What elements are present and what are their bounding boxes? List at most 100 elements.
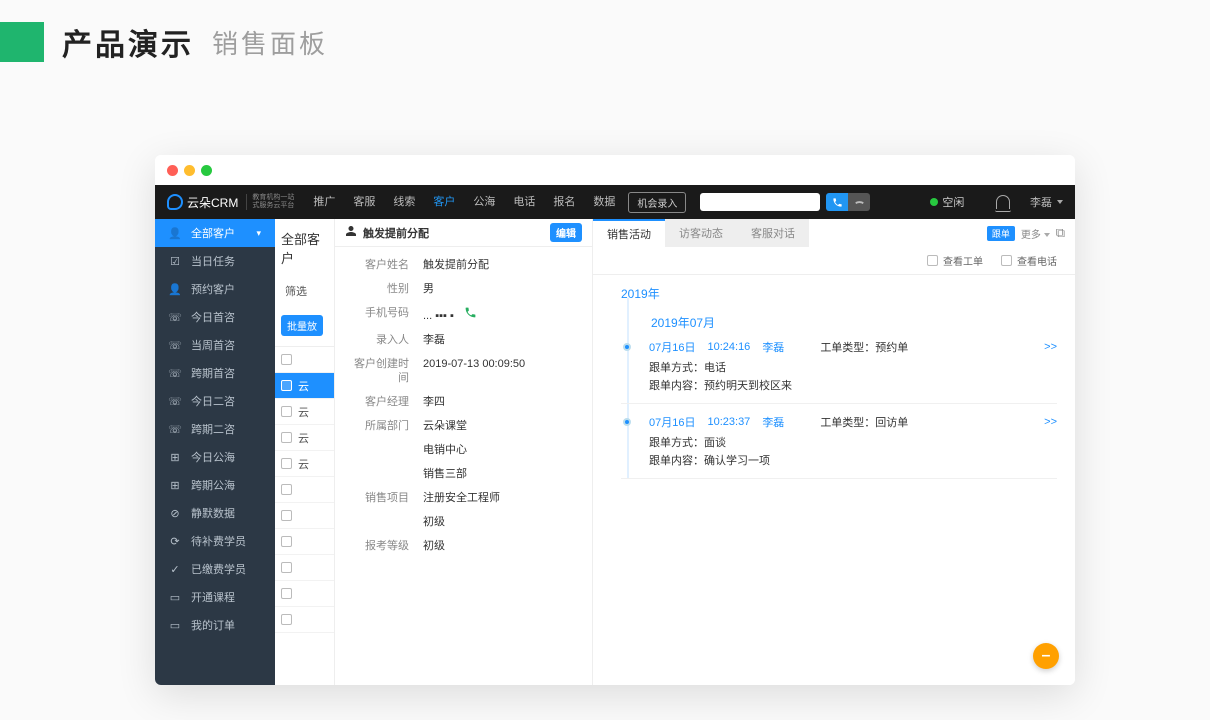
bell-icon[interactable] xyxy=(996,195,1010,209)
field-value: 2019-07-13 00:09:50 xyxy=(423,357,582,385)
nav-item-客服[interactable]: 客服 xyxy=(344,185,384,219)
nav-item-电话[interactable]: 电话 xyxy=(504,185,544,219)
search-input[interactable] xyxy=(700,193,820,211)
timeline-time: 10:23:37 xyxy=(707,416,750,428)
nav-item-报名[interactable]: 报名 xyxy=(544,185,584,219)
table-row[interactable] xyxy=(275,529,334,555)
sidebar-item-今日公海[interactable]: ⊞今日公海 xyxy=(155,443,275,471)
hangup-button[interactable] xyxy=(848,193,870,211)
nav-item-数据[interactable]: 数据 xyxy=(584,185,624,219)
sidebar-item-label: 已缴费学员 xyxy=(191,561,246,577)
sidebar-item-label: 预约客户 xyxy=(191,281,235,297)
row-checkbox[interactable] xyxy=(281,458,292,469)
table-row[interactable]: 云 xyxy=(275,425,334,451)
filter-label[interactable]: 筛选 xyxy=(275,277,334,305)
field-label: 报考等级 xyxy=(345,539,409,553)
row-checkbox[interactable] xyxy=(281,536,292,547)
expand-link[interactable]: >> xyxy=(1044,341,1057,353)
sidebar-item-label: 开通课程 xyxy=(191,589,235,605)
checkbox-icon xyxy=(1001,255,1012,266)
detail-field: 报考等级初级 xyxy=(345,534,582,558)
nav-item-公海[interactable]: 公海 xyxy=(464,185,504,219)
sidebar-item-当日任务[interactable]: ☑当日任务 xyxy=(155,247,275,275)
sidebar-item-开通课程[interactable]: ▭开通课程 xyxy=(155,583,275,611)
sidebar-item-label: 跨期公海 xyxy=(191,477,235,493)
row-checkbox[interactable] xyxy=(281,432,292,443)
row-checkbox[interactable] xyxy=(281,484,292,495)
sidebar-item-label: 待补费学员 xyxy=(191,533,246,549)
sidebar-icon: ☏ xyxy=(169,311,181,323)
row-checkbox[interactable] xyxy=(281,510,292,521)
sidebar-item-今日二咨[interactable]: ☏今日二咨 xyxy=(155,387,275,415)
sidebar-item-当周首咨[interactable]: ☏当周首咨 xyxy=(155,331,275,359)
table-row[interactable] xyxy=(275,581,334,607)
minimize-window-button[interactable] xyxy=(184,165,195,176)
row-checkbox[interactable] xyxy=(281,588,292,599)
tab-销售活动[interactable]: 销售活动 xyxy=(593,219,665,247)
top-nav: 云朵CRM 教育机构一站式服务云平台 推广客服线索客户公海电话报名数据 机会录入… xyxy=(155,185,1075,219)
field-value: 初级 xyxy=(423,515,582,529)
call-button[interactable] xyxy=(826,193,848,211)
table-row[interactable]: 云 xyxy=(275,399,334,425)
app-logo[interactable]: 云朵CRM 教育机构一站式服务云平台 xyxy=(167,194,294,211)
close-window-button[interactable] xyxy=(167,165,178,176)
agent-status[interactable]: 空闲 xyxy=(930,194,964,210)
maximize-window-button[interactable] xyxy=(201,165,212,176)
customer-list-panel: 全部客户 筛选 批量放 云云云云 xyxy=(275,219,335,685)
sidebar-item-静默数据[interactable]: ⊘静默数据 xyxy=(155,499,275,527)
table-row[interactable] xyxy=(275,347,334,373)
field-label: 客户姓名 xyxy=(345,258,409,272)
sidebar-item-今日首咨[interactable]: ☏今日首咨 xyxy=(155,303,275,331)
checkbox-icon xyxy=(927,255,938,266)
row-checkbox[interactable] xyxy=(281,406,292,417)
batch-release-button[interactable]: 批量放 xyxy=(281,315,323,336)
fab-button[interactable]: – xyxy=(1033,643,1059,669)
follow-method: 跟单方式：面谈 xyxy=(649,434,1057,452)
edit-button[interactable]: 编辑 xyxy=(550,223,582,242)
row-checkbox[interactable] xyxy=(281,614,292,625)
row-checkbox[interactable] xyxy=(281,354,292,365)
expand-link[interactable]: >> xyxy=(1044,416,1057,428)
sidebar-item-跨期二咨[interactable]: ☏跨期二咨 xyxy=(155,415,275,443)
sidebar-item-label: 跨期首咨 xyxy=(191,365,235,381)
follow-content: 跟单内容：预约明天到校区来 xyxy=(649,377,1057,395)
sidebar-item-待补费学员[interactable]: ⟳待补费学员 xyxy=(155,527,275,555)
tab-客服对话[interactable]: 客服对话 xyxy=(737,219,809,247)
customer-table: 云云云云 xyxy=(275,346,334,633)
sidebar-item-全部客户[interactable]: 👤全部客户▾ xyxy=(155,219,275,247)
more-link[interactable]: 更多 xyxy=(1021,226,1050,241)
user-menu[interactable]: 李磊 xyxy=(1030,194,1063,210)
sidebar-item-label: 我的订单 xyxy=(191,617,235,633)
row-text: 云 xyxy=(298,378,309,394)
sidebar-item-跨期公海[interactable]: ⊞跨期公海 xyxy=(155,471,275,499)
table-row[interactable]: 云 xyxy=(275,373,334,399)
customer-detail-panel: 触发提前分配 编辑 客户姓名触发提前分配性别男手机号码... ▪▪▪ ▪录入人李… xyxy=(335,219,593,685)
phone-masked: ... ▪▪▪ ▪ xyxy=(423,310,454,322)
table-row[interactable] xyxy=(275,503,334,529)
view-ticket-checkbox[interactable]: 查看工单 xyxy=(927,253,983,268)
sidebar: 👤全部客户▾☑当日任务👤预约客户☏今日首咨☏当周首咨☏跨期首咨☏今日二咨☏跨期二… xyxy=(155,219,275,685)
sidebar-item-跨期首咨[interactable]: ☏跨期首咨 xyxy=(155,359,275,387)
follow-tag[interactable]: 跟单 xyxy=(987,226,1015,241)
copy-icon[interactable]: ⧉ xyxy=(1056,225,1065,241)
tab-访客动态[interactable]: 访客动态 xyxy=(665,219,737,247)
chevron-down-icon xyxy=(1044,233,1050,237)
view-phone-checkbox[interactable]: 查看电话 xyxy=(1001,253,1057,268)
timeline-item-header: 07月16日 10:24:16 李磊 工单类型：预约单 >> xyxy=(649,339,1057,355)
nav-item-客户[interactable]: 客户 xyxy=(424,185,464,219)
row-checkbox[interactable] xyxy=(281,562,292,573)
opportunity-entry-button[interactable]: 机会录入 xyxy=(628,192,686,213)
table-row[interactable] xyxy=(275,555,334,581)
table-row[interactable]: 云 xyxy=(275,451,334,477)
nav-item-推广[interactable]: 推广 xyxy=(304,185,344,219)
sidebar-item-我的订单[interactable]: ▭我的订单 xyxy=(155,611,275,639)
nav-item-线索[interactable]: 线索 xyxy=(384,185,424,219)
status-text: 空闲 xyxy=(942,194,964,210)
field-value: 销售三部 xyxy=(423,467,582,481)
row-checkbox[interactable] xyxy=(281,380,292,391)
sidebar-item-已缴费学员[interactable]: ✓已缴费学员 xyxy=(155,555,275,583)
table-row[interactable] xyxy=(275,477,334,503)
table-row[interactable] xyxy=(275,607,334,633)
sidebar-item-预约客户[interactable]: 👤预约客户 xyxy=(155,275,275,303)
phone-icon[interactable] xyxy=(464,307,477,322)
